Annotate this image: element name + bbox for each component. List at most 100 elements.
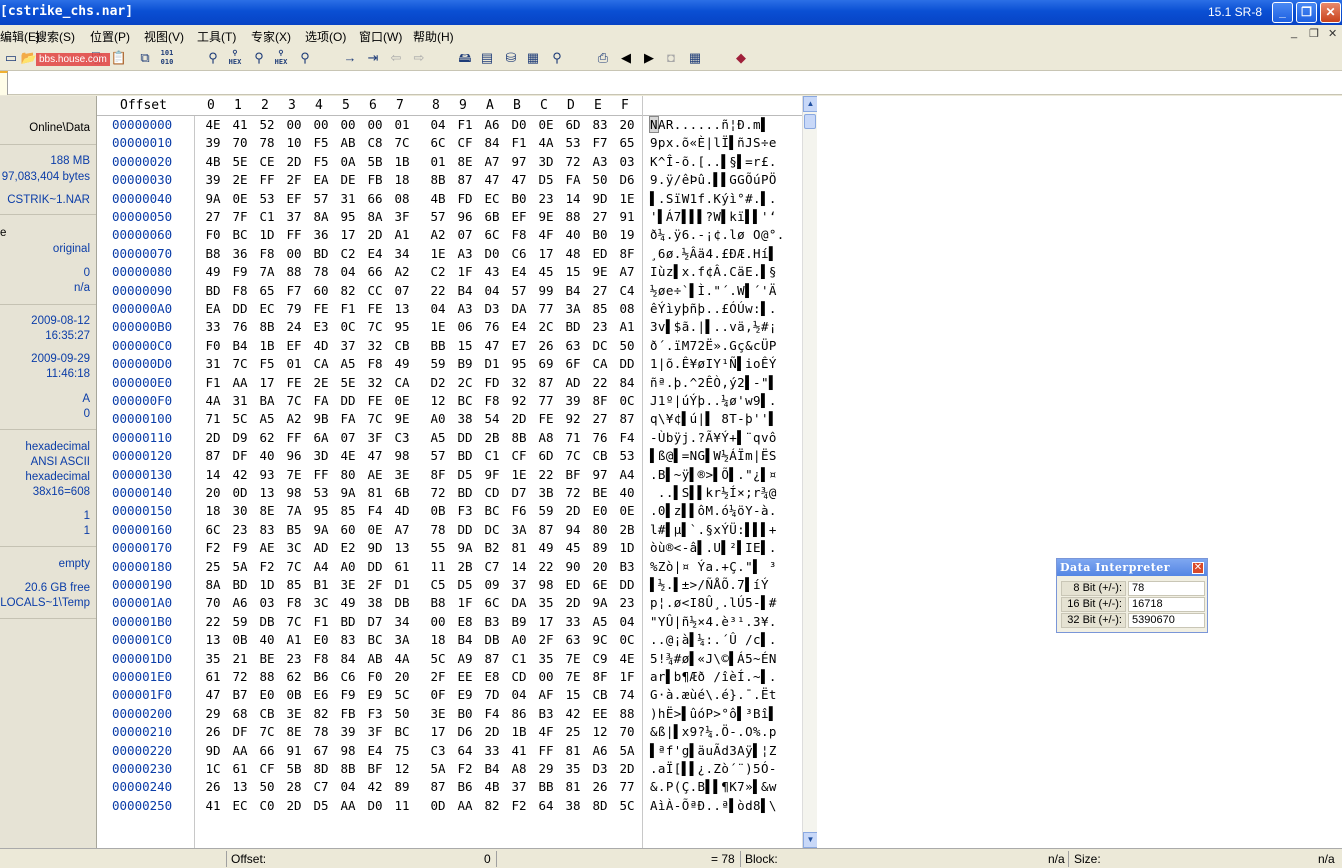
hex-byte[interactable]: 78 [311,724,331,739]
hex-byte[interactable]: 10 [284,135,304,150]
hex-byte[interactable]: A5 [338,356,358,371]
hex-byte[interactable]: 72 [428,485,448,500]
hex-byte[interactable]: 00 [338,117,358,132]
hex-byte[interactable]: 9F [482,467,502,482]
hex-byte[interactable]: 4A [536,135,556,150]
hex-byte[interactable]: BC [392,724,412,739]
hex-byte[interactable]: 92 [509,393,529,408]
hex-byte[interactable]: AD [563,375,583,390]
hex-byte[interactable]: EF [284,191,304,206]
hex-byte[interactable]: A4 [311,559,331,574]
hex-byte[interactable]: 42 [563,706,583,721]
row-text[interactable]: '▌Á7▌▌▌?W▌kï▌▌'‘ [650,209,777,224]
hex-row[interactable]: 000000E0 F1 AA 17 FE 2E 5E 32 CA D2 2C FD 32 87 AD 22 84… [97,375,802,393]
row-text[interactable]: .B▌~ÿ▌®>▌Õ▌."¿▌¤ [650,467,777,482]
row-text[interactable]: 1|õ.Ê¥øIY¹Ñ▌ioÊÝ [650,356,777,371]
hex-row[interactable]: 000001D0 35 21 BE 23 F8 84 AB 4A 5C A9 87 C1 35 7E C9 4E… [97,651,802,669]
hex-byte[interactable]: 38 [563,798,583,813]
hex-byte[interactable]: 1E [428,319,448,334]
hex-byte[interactable]: 7E [563,651,583,666]
hex-byte[interactable]: F3 [365,706,385,721]
hex-byte[interactable]: 42 [230,467,250,482]
row-text[interactable]: 9px.õ«È|lÏ▌ñJS÷e [650,135,777,150]
hex-byte[interactable]: 5B [284,761,304,776]
hex-byte[interactable]: 29 [536,761,556,776]
hex-byte[interactable]: 2F [284,172,304,187]
hex-byte[interactable]: A8 [509,761,529,776]
hex-byte[interactable]: 8F [590,393,610,408]
hex-byte[interactable]: 90 [563,559,583,574]
hex-byte[interactable]: FF [536,743,556,758]
hex-byte[interactable]: 47 [482,172,502,187]
hex-byte[interactable]: 04 [428,301,448,316]
hex-byte[interactable]: A0 [509,632,529,647]
hex-byte[interactable]: 95 [509,356,529,371]
hex-byte[interactable]: FF [257,172,277,187]
hex-byte[interactable]: DD [365,559,385,574]
hex-byte[interactable]: 33 [203,319,223,334]
hex-byte[interactable]: A5 [257,411,277,426]
hex-byte[interactable]: C1 [257,209,277,224]
hex-byte[interactable]: C7 [482,559,502,574]
hex-byte[interactable]: FE [365,301,385,316]
hex-byte[interactable]: 18 [428,632,448,647]
hex-byte[interactable]: 36 [230,246,250,261]
hex-byte[interactable]: EC [257,301,277,316]
hex-byte[interactable]: CF [455,135,475,150]
hex-byte[interactable]: 98 [284,485,304,500]
hex-byte[interactable]: A6 [230,595,250,610]
hex-byte[interactable]: 45 [563,540,583,555]
hex-byte[interactable]: 81 [563,779,583,794]
hex-byte[interactable]: 31 [338,191,358,206]
hex-byte[interactable]: B9 [509,614,529,629]
hex-byte[interactable]: DB [257,614,277,629]
hex-byte[interactable]: 7F [230,209,250,224]
hex-byte[interactable]: B4 [230,338,250,353]
hex-byte[interactable]: B2 [482,540,502,555]
hex-byte[interactable]: 35 [203,651,223,666]
hex-byte[interactable]: 25 [563,724,583,739]
hex-byte[interactable]: 08 [617,301,637,316]
hex-byte[interactable]: 41 [203,798,223,813]
hex-byte[interactable]: 19 [617,227,637,242]
row-text[interactable]: NAR......ñ¦Ð.m▌ [649,116,769,133]
menu-window[interactable]: 窗口(W) [359,28,402,45]
hex-byte[interactable]: EA [311,172,331,187]
hex-byte[interactable]: AA [455,798,475,813]
hex-byte[interactable]: BE [590,485,610,500]
hex-byte[interactable]: 9E [590,264,610,279]
hex-row[interactable]: 00000180 25 5A F2 7C A4 A0 DD 61 11 2B C7 14 22 90 20 B3… [97,559,802,577]
hex-byte[interactable]: DC [482,522,502,537]
hex-byte[interactable]: A2 [284,411,304,426]
hex-byte[interactable]: 20 [617,117,637,132]
hex-row[interactable]: 00000220 9D AA 66 91 67 98 E4 75 C3 64 33 41 FF 81 A6 5A… [97,743,802,761]
hex-byte[interactable]: C8 [365,135,385,150]
hex-byte[interactable]: 1F [455,264,475,279]
hex-byte[interactable]: F6 [509,503,529,518]
hex-byte[interactable]: 85 [338,503,358,518]
hex-byte[interactable]: 87 [428,779,448,794]
hex-byte[interactable]: 9A [311,522,331,537]
hex-byte[interactable]: 40 [563,227,583,242]
hex-byte[interactable]: 53 [563,135,583,150]
hex-byte[interactable]: D3 [590,761,610,776]
hex-byte[interactable]: 0E [365,522,385,537]
hex-byte[interactable]: 4E [617,651,637,666]
hex-byte[interactable]: 62 [284,669,304,684]
hex-byte[interactable]: EC [482,191,502,206]
hex-byte[interactable]: 9A [590,595,610,610]
hex-byte[interactable]: 22 [428,283,448,298]
find-icon[interactable]: ⚲ [204,49,222,67]
hex-byte[interactable]: 7A [284,503,304,518]
find-hex-icon[interactable]: ⚲ HEX [226,49,244,67]
hex-byte[interactable]: C1 [509,651,529,666]
hex-byte[interactable]: 71 [563,430,583,445]
hex-byte[interactable]: E6 [311,687,331,702]
hex-byte[interactable]: 23 [284,651,304,666]
hex-byte[interactable]: 8E [257,503,277,518]
hex-byte[interactable]: 66 [365,191,385,206]
hex-byte[interactable]: 4E [338,448,358,463]
hex-byte[interactable]: F5 [257,356,277,371]
hex-row[interactable]: 00000070 B8 36 F8 00 BD C2 E4 34 1E A3 D0 C6 17 48 ED 8F… [97,246,802,264]
row-text[interactable]: l#▌µ▌`.§xÝÜ:▌▌▌+ [650,522,777,537]
